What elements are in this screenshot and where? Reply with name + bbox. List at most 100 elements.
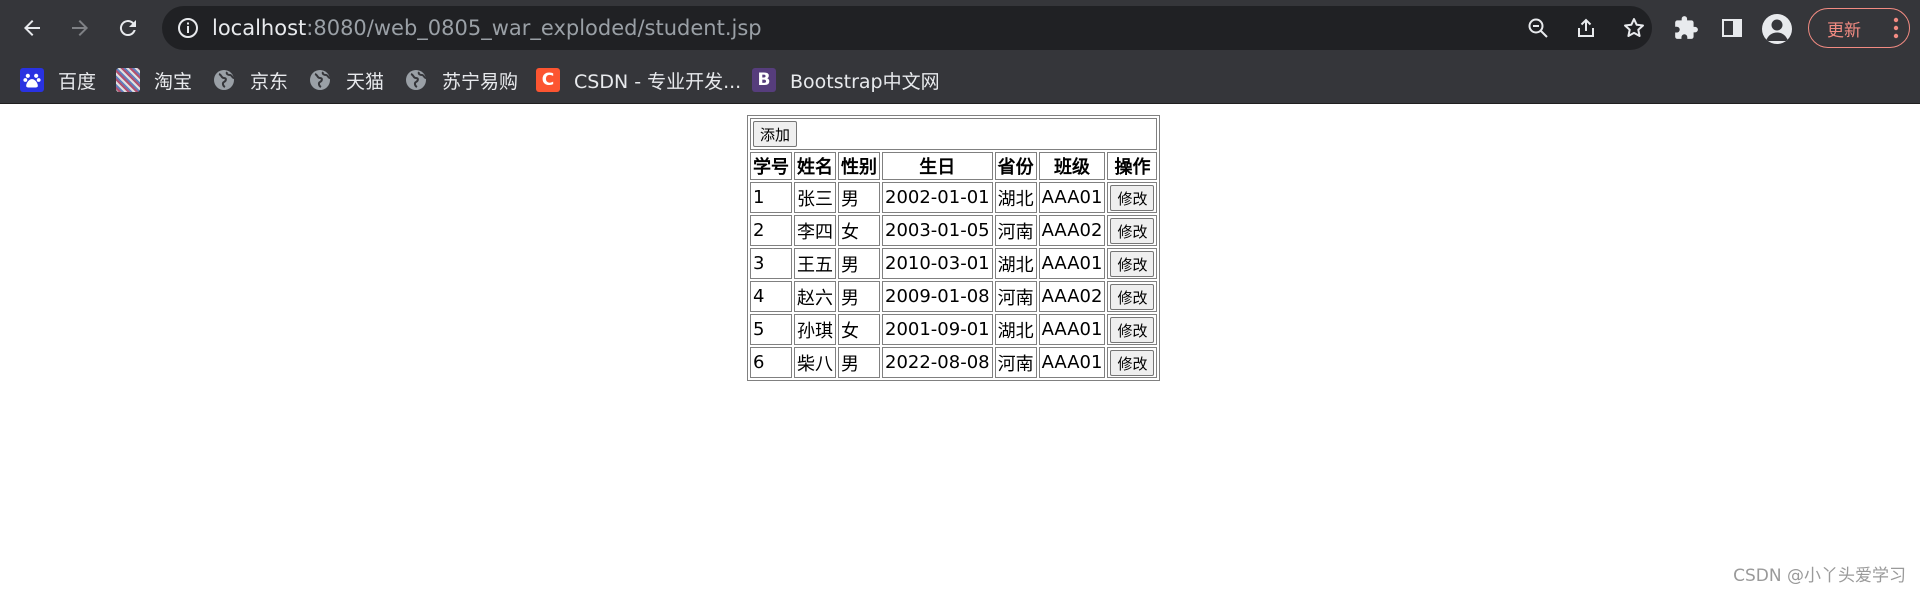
edit-button[interactable]: 修改 (1110, 217, 1155, 244)
url-path: :8080/web_0805_war_exploded/student.jsp (306, 16, 762, 40)
header-row: 学号 姓名 性别 生日 省份 班级 操作 (750, 152, 1158, 180)
cell-province: 湖北 (994, 182, 1037, 213)
cell-id: 5 (750, 314, 792, 345)
back-button[interactable] (14, 10, 50, 46)
cell-actions: 修改 (1107, 347, 1158, 378)
arrow-right-icon (72, 20, 88, 36)
baidu-icon (20, 68, 44, 92)
edit-button[interactable]: 修改 (1110, 250, 1155, 277)
bookmark-suning[interactable]: 苏宁易购 (404, 56, 518, 104)
address-bar[interactable]: localhost:8080/web_0805_war_exploded/stu… (162, 6, 1652, 50)
zoom-icon[interactable] (1526, 16, 1550, 40)
bookmark-label: 苏宁易购 (442, 70, 519, 93)
puzzle-icon (1675, 16, 1698, 39)
bookmark-label: 淘宝 (154, 70, 193, 93)
page-content: 添加 学号 姓名 性别 生日 省份 班级 操作 1 张三男 2002-01-01 湖北… (0, 105, 1920, 598)
bookmark-label: Bootstrap中文网 (790, 70, 940, 93)
cell-actions: 修改 (1107, 182, 1158, 213)
arrow-left-icon (24, 20, 40, 36)
cell-actions: 修改 (1107, 281, 1158, 312)
side-panel-button[interactable] (1718, 14, 1746, 42)
share-icon[interactable] (1574, 16, 1598, 40)
cell-birthday: 2002-01-01 (882, 182, 993, 213)
cell-class: AAA01 (1038, 314, 1106, 345)
student-table: 添加 学号 姓名 性别 生日 省份 班级 操作 1 张三男 2002-01-01 湖北… (747, 115, 1161, 381)
cell-gender: 男 (838, 248, 880, 279)
cell-id: 3 (750, 248, 792, 279)
table-row: 2 李四女 2003-01-05 河南 AAA02 修改 (750, 215, 1158, 246)
bookmark-label: CSDN - 专业开发... (574, 70, 742, 93)
table-row: 1 张三男 2002-01-01 湖北 AAA01 修改 (750, 182, 1158, 213)
info-icon (178, 18, 198, 38)
edit-button[interactable]: 修改 (1110, 283, 1155, 310)
csdn-icon: C (536, 68, 560, 92)
bookmark-taobao[interactable]: 淘宝 (116, 56, 192, 104)
globe-icon (406, 70, 427, 90)
forward-button[interactable] (62, 10, 98, 46)
add-button[interactable]: 添加 (753, 121, 798, 147)
table-row: 3 王五男 2010-03-01 湖北 AAA01 修改 (750, 248, 1158, 279)
globe-icon (214, 70, 235, 90)
globe-icon (310, 70, 331, 90)
bookmark-baidu[interactable]: 百度 (20, 56, 96, 104)
column-header-name: 姓名 (794, 152, 836, 180)
cell-birthday: 2003-01-05 (882, 215, 993, 246)
browser-toolbar: localhost:8080/web_0805_war_exploded/stu… (0, 0, 1920, 56)
cell-gender: 男 (838, 182, 880, 213)
watermark: CSDN @小丫头爱学习 (1733, 566, 1906, 586)
cell-class: AAA01 (1038, 347, 1106, 378)
edit-button[interactable]: 修改 (1110, 349, 1155, 376)
taobao-icon (116, 68, 140, 92)
url-host: localhost (212, 16, 307, 40)
table-row: 6 柴八男 2022-08-08 河南 AAA01 修改 (750, 347, 1158, 378)
side-panel-icon (1722, 19, 1742, 37)
bookmark-jd[interactable]: 京东 (212, 56, 288, 104)
bookmark-label: 天猫 (346, 70, 385, 93)
cell-province: 湖北 (994, 314, 1037, 345)
cell-name: 赵六 (794, 281, 836, 312)
cell-gender: 男 (838, 281, 880, 312)
cell-birthday: 2001-09-01 (882, 314, 993, 345)
toolbar-row: 添加 (750, 118, 1158, 150)
column-header-birthday: 生日 (882, 152, 993, 180)
bookmark-csdn[interactable]: C CSDN - 专业开发... (536, 56, 741, 104)
edit-button[interactable]: 修改 (1110, 184, 1155, 211)
profile-avatar[interactable] (1762, 14, 1792, 44)
cell-name: 李四 (794, 215, 836, 246)
column-header-province: 省份 (994, 152, 1037, 180)
cell-id: 2 (750, 215, 792, 246)
student-table-container: 添加 学号 姓名 性别 生日 省份 班级 操作 1 张三男 2002-01-01 湖北… (747, 115, 1161, 381)
cell-class: AAA02 (1038, 215, 1106, 246)
cell-name: 王五 (794, 248, 836, 279)
cell-actions: 修改 (1107, 215, 1158, 246)
bookmark-tmall[interactable]: 天猫 (308, 56, 384, 104)
cell-actions: 修改 (1107, 314, 1158, 345)
more-vertical-icon (1893, 17, 1899, 39)
bootstrap-icon: B (752, 68, 776, 92)
edit-button[interactable]: 修改 (1110, 316, 1155, 343)
cell-class: AAA02 (1038, 281, 1106, 312)
star-icon[interactable] (1622, 16, 1646, 40)
cell-gender: 女 (838, 215, 880, 246)
update-label: 更新 (1827, 20, 1861, 41)
bookmark-label: 京东 (250, 70, 289, 93)
cell-id: 4 (750, 281, 792, 312)
table-row: 4 赵六男 2009-01-08 河南 AAA02 修改 (750, 281, 1158, 312)
extensions-button[interactable] (1672, 14, 1700, 42)
cell-name: 孙琪 (794, 314, 836, 345)
bookmark-bootstrap[interactable]: B Bootstrap中文网 (752, 56, 940, 104)
update-button[interactable]: 更新 (1808, 8, 1910, 48)
person-icon (1766, 19, 1788, 41)
cell-province: 河南 (994, 347, 1037, 378)
cell-province: 河南 (994, 281, 1037, 312)
reload-icon (119, 20, 136, 37)
add-cell: 添加 (750, 118, 1158, 150)
reload-button[interactable] (110, 10, 146, 46)
cell-birthday: 2009-01-08 (882, 281, 993, 312)
column-header-gender: 性别 (838, 152, 880, 180)
cell-province: 河南 (994, 215, 1037, 246)
column-header-id: 学号 (750, 152, 792, 180)
cell-birthday: 2010-03-01 (882, 248, 993, 279)
column-header-class: 班级 (1038, 152, 1106, 180)
cell-gender: 男 (838, 347, 880, 378)
